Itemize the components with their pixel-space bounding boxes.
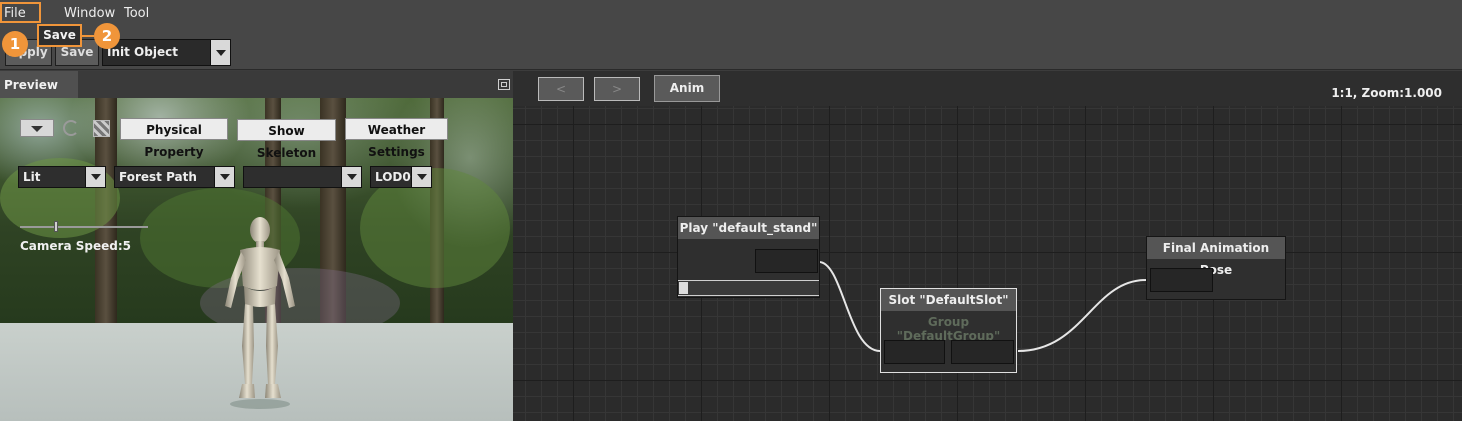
- play-node[interactable]: Play "default_stand": [677, 216, 820, 298]
- annotation-box-save: [37, 24, 82, 47]
- dock-icon[interactable]: [498, 79, 510, 90]
- slot-node[interactable]: Slot "DefaultSlot" Group "DefaultGroup": [880, 288, 1017, 373]
- camera-speed-slider-track[interactable]: [20, 226, 148, 228]
- lod-dropdown[interactable]: LOD0: [370, 166, 432, 188]
- final-pose-node[interactable]: Final Animation Pose: [1146, 236, 1286, 300]
- lod-value: LOD0: [375, 170, 411, 184]
- zoom-readout: 1:1, Zoom:1.000: [1331, 86, 1442, 100]
- play-node-progress-bar[interactable]: [678, 280, 819, 296]
- menu-window[interactable]: Window: [64, 6, 115, 21]
- chevron-down-icon: [210, 40, 230, 65]
- play-node-title: Play "default_stand": [678, 217, 819, 239]
- show-skeleton-button[interactable]: Show Skeleton: [237, 119, 336, 160]
- wire-play-to-slot: [818, 261, 881, 352]
- annotation-connector: [82, 35, 94, 37]
- wire-slot-to-final: [1017, 279, 1147, 352]
- slot-node-output-pin[interactable]: [951, 340, 1014, 364]
- empty-dropdown[interactable]: [243, 166, 362, 188]
- toolbar: Apply Save Init Object: [0, 27, 1462, 70]
- lighting-mode-value: Lit: [23, 170, 41, 184]
- refresh-icon[interactable]: [63, 120, 79, 136]
- lighting-mode-dropdown[interactable]: Lit: [18, 166, 106, 188]
- chevron-down-icon: [411, 167, 431, 187]
- chevron-down-icon: [341, 167, 361, 187]
- graph-toolbar: < > Anim Tree 1:1, Zoom:1.000: [513, 71, 1462, 120]
- chevron-down-icon: [214, 167, 234, 187]
- slot-node-input-pin[interactable]: [884, 340, 945, 364]
- chevron-down-icon: [85, 167, 105, 187]
- anim-graph-canvas[interactable]: Play "default_stand" Slot "DefaultSlot" …: [513, 106, 1462, 421]
- graph-wires: [818, 261, 1147, 352]
- object-dropdown[interactable]: Init Object: [102, 39, 231, 66]
- view-menu-icon[interactable]: [20, 119, 54, 137]
- environment-value: Forest Path: [119, 170, 197, 184]
- play-node-output-pin[interactable]: [755, 249, 818, 273]
- forward-button[interactable]: >: [594, 77, 640, 101]
- preview-viewport[interactable]: Physical Property Show Skeleton Weather …: [0, 98, 513, 421]
- play-node-progress-handle[interactable]: [679, 282, 688, 294]
- annotation-step-1: 1: [2, 31, 28, 57]
- texture-icon[interactable]: [93, 120, 110, 137]
- menu-tool[interactable]: Tool: [124, 6, 149, 21]
- character-model: [225, 217, 295, 409]
- preview-header: Preview: [0, 71, 513, 98]
- slot-node-group: Group "DefaultGroup": [896, 315, 1001, 343]
- object-dropdown-value: Init Object: [107, 45, 178, 59]
- back-button[interactable]: <: [538, 77, 584, 101]
- environment-dropdown[interactable]: Forest Path: [114, 166, 235, 188]
- weather-settings-button[interactable]: Weather Settings: [345, 118, 448, 159]
- annotation-step-2: 2: [94, 23, 120, 49]
- camera-speed-slider-handle[interactable]: [54, 221, 58, 232]
- physical-property-button[interactable]: Physical Property: [120, 118, 228, 159]
- final-pose-node-title: Final Animation Pose: [1147, 237, 1285, 277]
- anim-tree-breadcrumb[interactable]: Anim Tree: [654, 75, 720, 120]
- annotation-box-file: [0, 2, 41, 23]
- tab-preview[interactable]: Preview: [0, 71, 78, 98]
- final-pose-input-pin[interactable]: [1150, 268, 1213, 292]
- menu-bar: File Window Tool: [0, 0, 1462, 27]
- camera-speed-label: Camera Speed:5: [20, 239, 131, 253]
- slot-node-title: Slot "DefaultSlot": [881, 289, 1016, 311]
